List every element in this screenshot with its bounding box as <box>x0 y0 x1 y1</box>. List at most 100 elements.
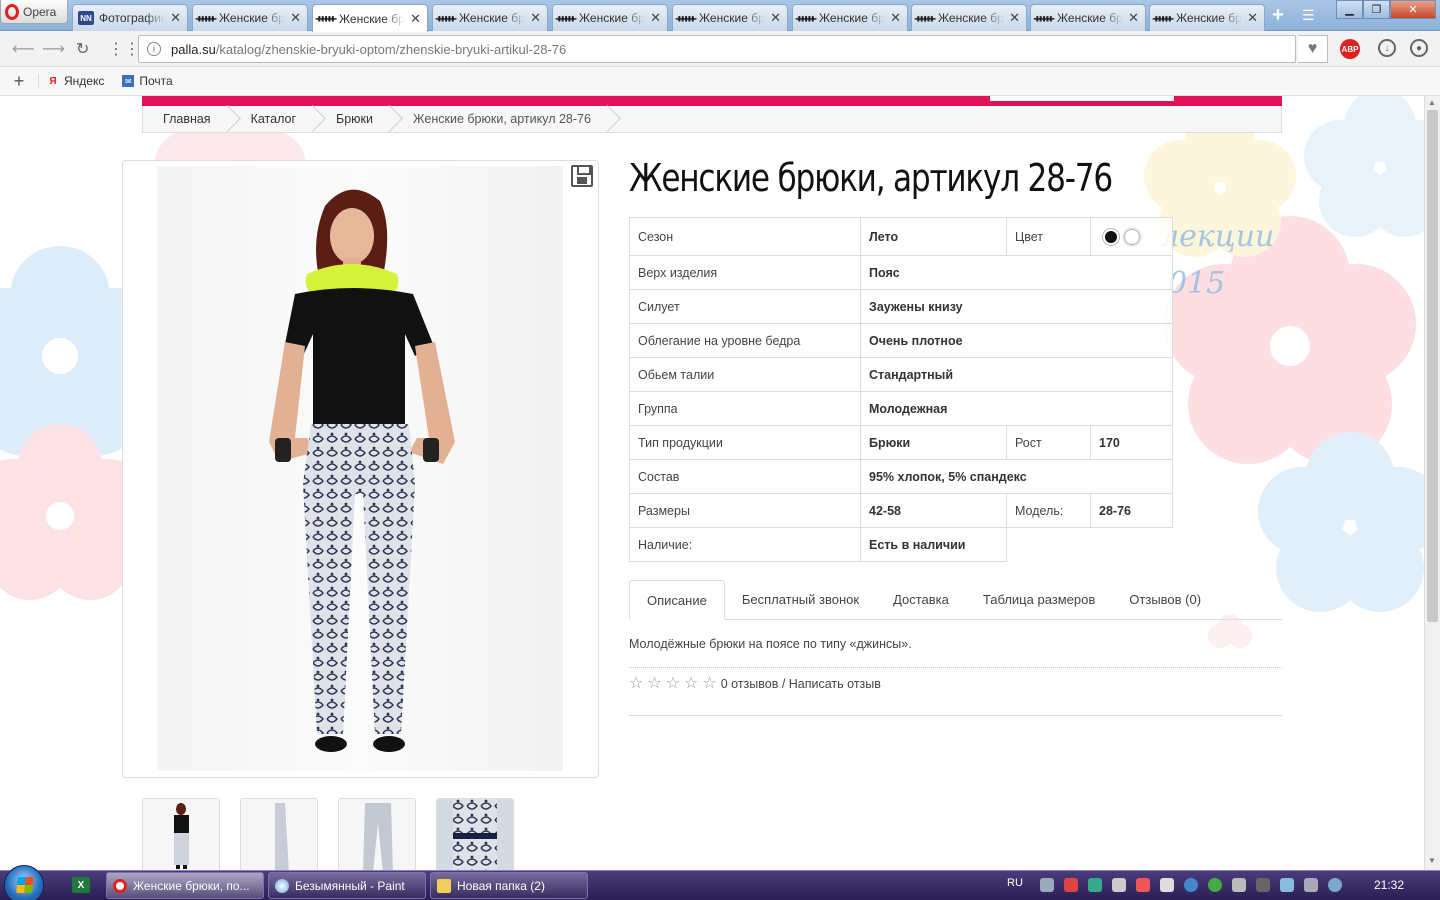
palla-icon: ᚔ <box>795 12 817 25</box>
tab-free-call[interactable]: Бесплатный звонок <box>725 580 876 619</box>
start-button[interactable] <box>4 865 44 900</box>
adblock-plus-icon[interactable]: ABP <box>1340 39 1360 59</box>
tray-shield-icon[interactable] <box>1088 878 1102 892</box>
product-photo[interactable] <box>157 166 563 771</box>
color-swatch-white[interactable] <box>1124 228 1140 245</box>
star-icon[interactable]: ☆ <box>629 676 643 692</box>
tab-menu-icon[interactable]: ☰ <box>1302 7 1315 24</box>
scroll-up-arrow-icon[interactable]: ▲ <box>1428 98 1436 107</box>
tab-close-icon[interactable]: ✕ <box>650 10 661 26</box>
tray-signal-icon[interactable] <box>1160 878 1174 892</box>
close-window-icon[interactable]: ✕ <box>1390 0 1436 19</box>
tray-network-icon[interactable] <box>1184 878 1198 892</box>
maximize-icon[interactable]: ❐ <box>1363 0 1390 19</box>
tray-wifi-icon[interactable] <box>1280 878 1294 892</box>
tab-close-icon[interactable]: ✕ <box>770 10 781 26</box>
tray-device-icon[interactable] <box>1112 878 1126 892</box>
star-icon[interactable]: ☆ <box>647 676 661 692</box>
star-icon[interactable]: ☆ <box>702 676 716 692</box>
product-thumbnail[interactable] <box>142 798 220 870</box>
browser-tab[interactable]: ᚔ Женские брюки ✕ <box>911 4 1027 31</box>
tab-reviews[interactable]: Отзывов (0) <box>1112 580 1218 619</box>
download-icon[interactable]: ↓ <box>1378 39 1396 57</box>
tab-close-icon[interactable]: ✕ <box>1247 10 1258 26</box>
browser-tab[interactable]: ᚔ Женские брюки ✕ <box>552 4 668 31</box>
breadcrumb-home[interactable]: Главная <box>143 106 231 132</box>
product-main-image[interactable] <box>122 160 599 778</box>
bookmark-label: Яндекс <box>64 74 105 88</box>
bookmark-mail[interactable]: ✉ Почта <box>122 74 173 88</box>
tab-close-icon[interactable]: ✕ <box>170 10 181 26</box>
tab-title: Женские брюки <box>819 11 885 25</box>
star-icon[interactable]: ☆ <box>684 676 698 692</box>
tab-close-icon[interactable]: ✕ <box>410 11 421 27</box>
tab-delivery[interactable]: Доставка <box>876 580 966 619</box>
taskbar-task-opera[interactable]: Женские брюки, по... <box>106 872 264 899</box>
attr-value: Брюки <box>860 425 1007 460</box>
attr-label: Наличие: <box>629 527 861 562</box>
tray-flag-icon[interactable] <box>1136 878 1150 892</box>
tray-volume-icon[interactable] <box>1232 878 1246 892</box>
model-figure-illustration <box>269 189 455 752</box>
language-indicator[interactable]: RU <box>1007 877 1023 889</box>
star-icon[interactable]: ☆ <box>666 676 680 692</box>
table-row: Облегание на уровне бедра Очень плотное <box>629 323 1173 358</box>
table-row: Группа Молодежная <box>629 391 1173 426</box>
speed-dial-grid-icon[interactable]: ⋮⋮ <box>108 39 140 59</box>
product-thumbnail[interactable] <box>240 798 318 870</box>
color-swatches <box>1090 217 1173 256</box>
tab-close-icon[interactable]: ✕ <box>1009 10 1020 26</box>
excel-icon[interactable]: X <box>72 877 90 893</box>
product-description: Молодёжные брюки на поясе по типу «джинс… <box>629 637 912 651</box>
forward-arrow-icon[interactable]: ⟶ <box>42 39 65 59</box>
tray-globe-icon[interactable] <box>1328 878 1342 892</box>
new-tab-plus-icon[interactable]: + <box>1268 5 1288 26</box>
browser-tab[interactable]: ᚔ Женские брюки ✕ <box>672 4 788 31</box>
tab-close-icon[interactable]: ✕ <box>890 10 901 26</box>
heart-bookmark-icon[interactable]: ♥ <box>1298 35 1328 63</box>
tab-description[interactable]: Описание <box>629 580 725 620</box>
minimize-icon[interactable]: ▁ <box>1336 0 1363 19</box>
scroll-down-arrow-icon[interactable]: ▼ <box>1428 856 1436 865</box>
tab-close-icon[interactable]: ✕ <box>530 10 541 26</box>
tray-app-icon[interactable] <box>1064 878 1078 892</box>
add-bookmark-plus-icon[interactable]: + <box>0 71 38 92</box>
reviews-link[interactable]: 0 отзывов / Написать отзыв <box>721 677 881 691</box>
tray-monitor-icon[interactable] <box>1040 878 1054 892</box>
back-arrow-icon[interactable]: ⟵ <box>12 39 35 59</box>
color-swatch-black[interactable] <box>1103 228 1119 245</box>
site-info-icon[interactable]: i <box>147 42 161 56</box>
breadcrumb-catalog[interactable]: Каталог <box>231 106 316 132</box>
product-thumbnail[interactable] <box>338 798 416 870</box>
browser-tab[interactable]: ᚔ Женские брюки ✕ <box>1030 4 1146 31</box>
tab-title: Женские брюки <box>339 11 405 26</box>
browser-tab[interactable]: ᚔ Женские брюки ✕ <box>792 4 908 31</box>
browser-tab-active[interactable]: ᚔ Женские брюки ✕ <box>312 4 428 32</box>
taskbar-task-paint[interactable]: Безымянный - Paint <box>268 872 426 899</box>
browser-tab[interactable]: NN Фотографии ✕ <box>72 4 188 31</box>
browser-tab[interactable]: ᚔ Женские брюки ✕ <box>432 4 548 31</box>
header-search-input[interactable] <box>990 96 1174 101</box>
save-image-icon[interactable] <box>571 165 593 187</box>
product-thumbnail[interactable] <box>436 798 514 870</box>
browser-tab[interactable]: ᚔ Женские брюки ✕ <box>192 4 308 31</box>
page-scrollbar[interactable]: ▲ ▼ <box>1424 96 1440 870</box>
divider <box>629 667 1282 668</box>
scrollbar-thumb[interactable] <box>1427 110 1438 622</box>
tray-sync-icon[interactable] <box>1304 878 1318 892</box>
tab-close-icon[interactable]: ✕ <box>290 10 301 26</box>
opera-menu-button[interactable]: Opera <box>0 0 68 24</box>
account-icon[interactable]: ● <box>1410 39 1428 57</box>
clock[interactable]: 21:32 <box>1374 878 1404 892</box>
taskbar-task-folder[interactable]: Новая папка (2) <box>430 872 588 899</box>
tray-update-icon[interactable] <box>1208 878 1222 892</box>
tab-close-icon[interactable]: ✕ <box>1128 10 1139 26</box>
folder-icon <box>437 878 451 893</box>
browser-tab[interactable]: ᚔ Женские брюки ✕ <box>1149 4 1265 31</box>
tray-battery-icon[interactable] <box>1256 878 1270 892</box>
url-field[interactable]: i palla.su/katalog/zhenskie-bryuki-optom… <box>138 35 1296 63</box>
reload-icon[interactable]: ↻ <box>76 39 89 59</box>
bookmark-yandex[interactable]: Я Яндекс <box>38 74 104 88</box>
breadcrumb-pants[interactable]: Брюки <box>316 106 393 132</box>
tab-size-chart[interactable]: Таблица размеров <box>966 580 1112 619</box>
